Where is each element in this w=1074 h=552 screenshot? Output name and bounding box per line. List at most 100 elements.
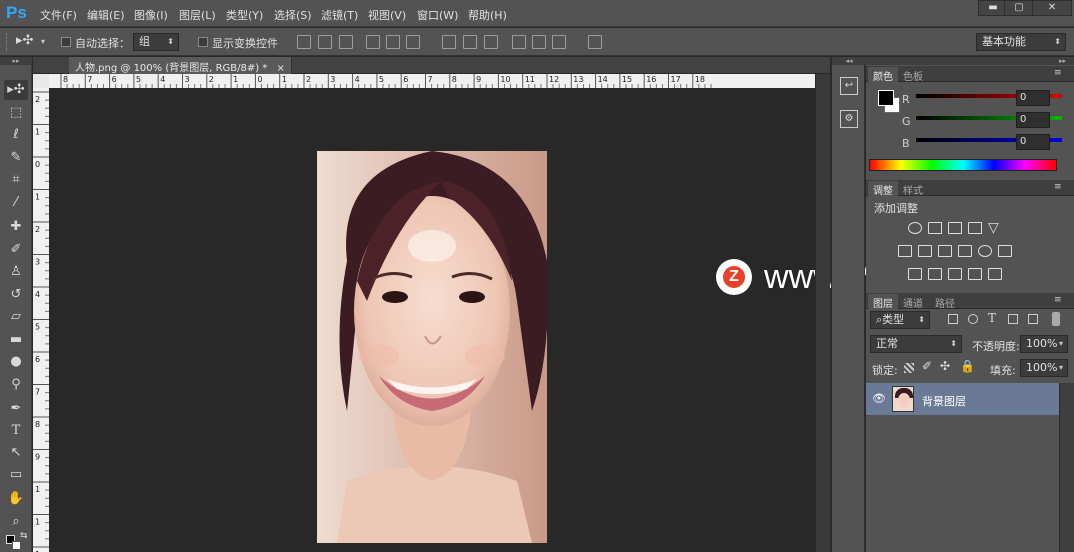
menu-image[interactable]: 图像(I) <box>134 7 168 23</box>
zoom-tool-icon[interactable]: ⌕ <box>4 512 28 532</box>
dodge-tool-icon[interactable]: ⚲ <box>4 375 28 395</box>
close-tab-icon[interactable]: × <box>277 63 285 74</box>
posterize-icon[interactable] <box>928 268 942 280</box>
history-brush-tool-icon[interactable]: ↺ <box>4 285 28 305</box>
photo-filter-icon[interactable] <box>958 245 972 257</box>
red-value-field[interactable]: 0 <box>1016 90 1050 106</box>
levels-icon[interactable] <box>928 222 942 234</box>
distribute-bottom-icon[interactable] <box>484 35 498 49</box>
tab-layers[interactable]: 图层 <box>868 294 898 310</box>
menu-filter[interactable]: 滤镜(T) <box>321 7 358 23</box>
tool-preset-arrow-icon[interactable]: ▾ <box>41 37 45 46</box>
distribute-right-icon[interactable] <box>552 35 566 49</box>
fill-field[interactable]: 100% ▾ <box>1020 359 1068 377</box>
move-tool-icon[interactable]: ▸✣ <box>16 33 33 48</box>
auto-select-dropdown[interactable]: 组 ⬍ <box>133 33 179 51</box>
distribute-left-icon[interactable] <box>512 35 526 49</box>
swap-colors-icon[interactable]: ⇆ <box>20 531 28 541</box>
filter-toggle[interactable] <box>1052 312 1060 326</box>
align-hcenter-icon[interactable] <box>386 35 400 49</box>
rectangle-tool-icon[interactable]: ▭ <box>4 465 28 485</box>
path-select-tool-icon[interactable]: ↖ <box>4 443 28 463</box>
tab-color[interactable]: 颜色 <box>868 67 898 83</box>
brightness-contrast-icon[interactable] <box>908 222 922 234</box>
menu-window[interactable]: 窗口(W) <box>417 7 458 23</box>
vertical-ruler[interactable]: 210123456789111 <box>33 88 49 552</box>
distribute-hcenter-icon[interactable] <box>532 35 546 49</box>
menu-layer[interactable]: 图层(L) <box>179 7 216 23</box>
tab-styles[interactable]: 样式 <box>898 181 928 197</box>
panel-menu-icon[interactable]: ≡ <box>1054 182 1062 192</box>
align-left-icon[interactable] <box>366 35 380 49</box>
blend-mode-dropdown[interactable]: 正常 ⬍ <box>870 335 962 353</box>
menu-view[interactable]: 视图(V) <box>368 7 406 23</box>
align-right-icon[interactable] <box>406 35 420 49</box>
eraser-tool-icon[interactable]: ▱ <box>4 307 28 327</box>
layer-name[interactable]: 背景图层 <box>922 393 966 409</box>
blur-tool-icon[interactable]: ● <box>4 352 28 372</box>
layer-row[interactable]: 👁 背景图层 <box>866 383 1059 415</box>
black-white-icon[interactable] <box>938 245 952 257</box>
align-vcenter-icon[interactable] <box>318 35 332 49</box>
vibrance-icon[interactable]: ▽ <box>988 220 999 236</box>
foreground-color-swatch[interactable] <box>878 90 894 106</box>
menu-edit[interactable]: 编辑(E) <box>87 7 125 23</box>
eyedropper-tool-icon[interactable]: ⁄ <box>4 193 28 213</box>
close-button[interactable]: ✕ <box>1032 0 1072 16</box>
tab-adjustments[interactable]: 调整 <box>868 181 898 197</box>
lasso-tool-icon[interactable]: ℓ <box>4 125 28 145</box>
layers-scrollbar[interactable] <box>1059 383 1074 552</box>
clone-stamp-tool-icon[interactable]: ♙ <box>4 262 28 282</box>
history-panel-icon[interactable]: ↩ <box>840 77 858 95</box>
align-bottom-icon[interactable] <box>339 35 353 49</box>
distribute-vcenter-icon[interactable] <box>463 35 477 49</box>
horizontal-ruler[interactable]: 8 7 6 5 4 3 2 1 0 1 2 3 4 5 6 7 8 9 10 11 12 13 14 15 16 17 18 <box>49 74 815 88</box>
selective-color-icon[interactable] <box>988 268 1002 280</box>
vertical-scrollbar[interactable] <box>815 74 830 552</box>
move-tool-icon[interactable]: ▸✣ <box>4 80 28 100</box>
lock-transparency-icon[interactable] <box>904 363 914 373</box>
eye-icon[interactable]: 👁 <box>872 392 886 405</box>
filter-adjustment-icon[interactable] <box>968 314 978 324</box>
filter-pixel-icon[interactable] <box>948 314 958 324</box>
blue-value-field[interactable]: 0 <box>1016 134 1050 150</box>
auto-align-icon[interactable] <box>588 35 602 49</box>
tab-paths[interactable]: 路径 <box>930 294 960 310</box>
collapse-arrows-icon[interactable]: ◂◂ <box>832 57 866 65</box>
layer-filter-dropdown[interactable]: ⌕类型 ⬍ <box>870 311 930 329</box>
tab-swatches[interactable]: 色板 <box>898 67 928 83</box>
properties-panel-icon[interactable]: ⚙ <box>840 110 858 128</box>
collapse-arrows-icon[interactable]: ▸▸ <box>866 57 1074 65</box>
panel-menu-icon[interactable]: ≡ <box>1054 295 1062 305</box>
tab-channels[interactable]: 通道 <box>898 294 928 310</box>
lock-position-icon[interactable]: ✣ <box>940 359 950 373</box>
brush-tool-icon[interactable]: ✐ <box>4 240 28 260</box>
quick-select-tool-icon[interactable]: ✎ <box>4 148 28 168</box>
threshold-icon[interactable] <box>948 268 962 280</box>
document-image[interactable] <box>317 151 547 543</box>
color-balance-icon[interactable] <box>918 245 932 257</box>
filter-type-icon[interactable]: T <box>988 311 996 325</box>
gradient-tool-icon[interactable]: ▬ <box>4 330 28 350</box>
menu-file[interactable]: 文件(F) <box>40 7 77 23</box>
filter-shape-icon[interactable] <box>1008 314 1018 324</box>
background-color-swatch[interactable] <box>12 541 21 550</box>
auto-select-checkbox[interactable] <box>61 37 71 47</box>
panel-menu-icon[interactable]: ≡ <box>1054 68 1062 78</box>
collapse-arrows-icon[interactable]: ▸▸ <box>0 57 32 65</box>
show-transform-checkbox[interactable] <box>198 37 208 47</box>
distribute-top-icon[interactable] <box>442 35 456 49</box>
filter-smart-object-icon[interactable] <box>1028 314 1038 324</box>
lock-all-icon[interactable]: 🔒 <box>960 359 975 373</box>
document-tab[interactable]: 人物.png @ 100% (背景图层, RGB/8#) * × <box>69 57 292 74</box>
invert-icon[interactable] <box>908 268 922 280</box>
healing-brush-tool-icon[interactable]: ✚ <box>4 217 28 237</box>
curves-icon[interactable] <box>948 222 962 234</box>
color-lookup-icon[interactable] <box>998 245 1012 257</box>
workspace-dropdown[interactable]: 基本功能 ⬍ <box>976 33 1066 51</box>
gradient-map-icon[interactable] <box>968 268 982 280</box>
align-top-icon[interactable] <box>297 35 311 49</box>
restore-button[interactable]: ▢ <box>1004 0 1034 16</box>
grip-handle[interactable] <box>6 33 10 51</box>
lock-pixels-icon[interactable]: ✐ <box>922 359 932 373</box>
